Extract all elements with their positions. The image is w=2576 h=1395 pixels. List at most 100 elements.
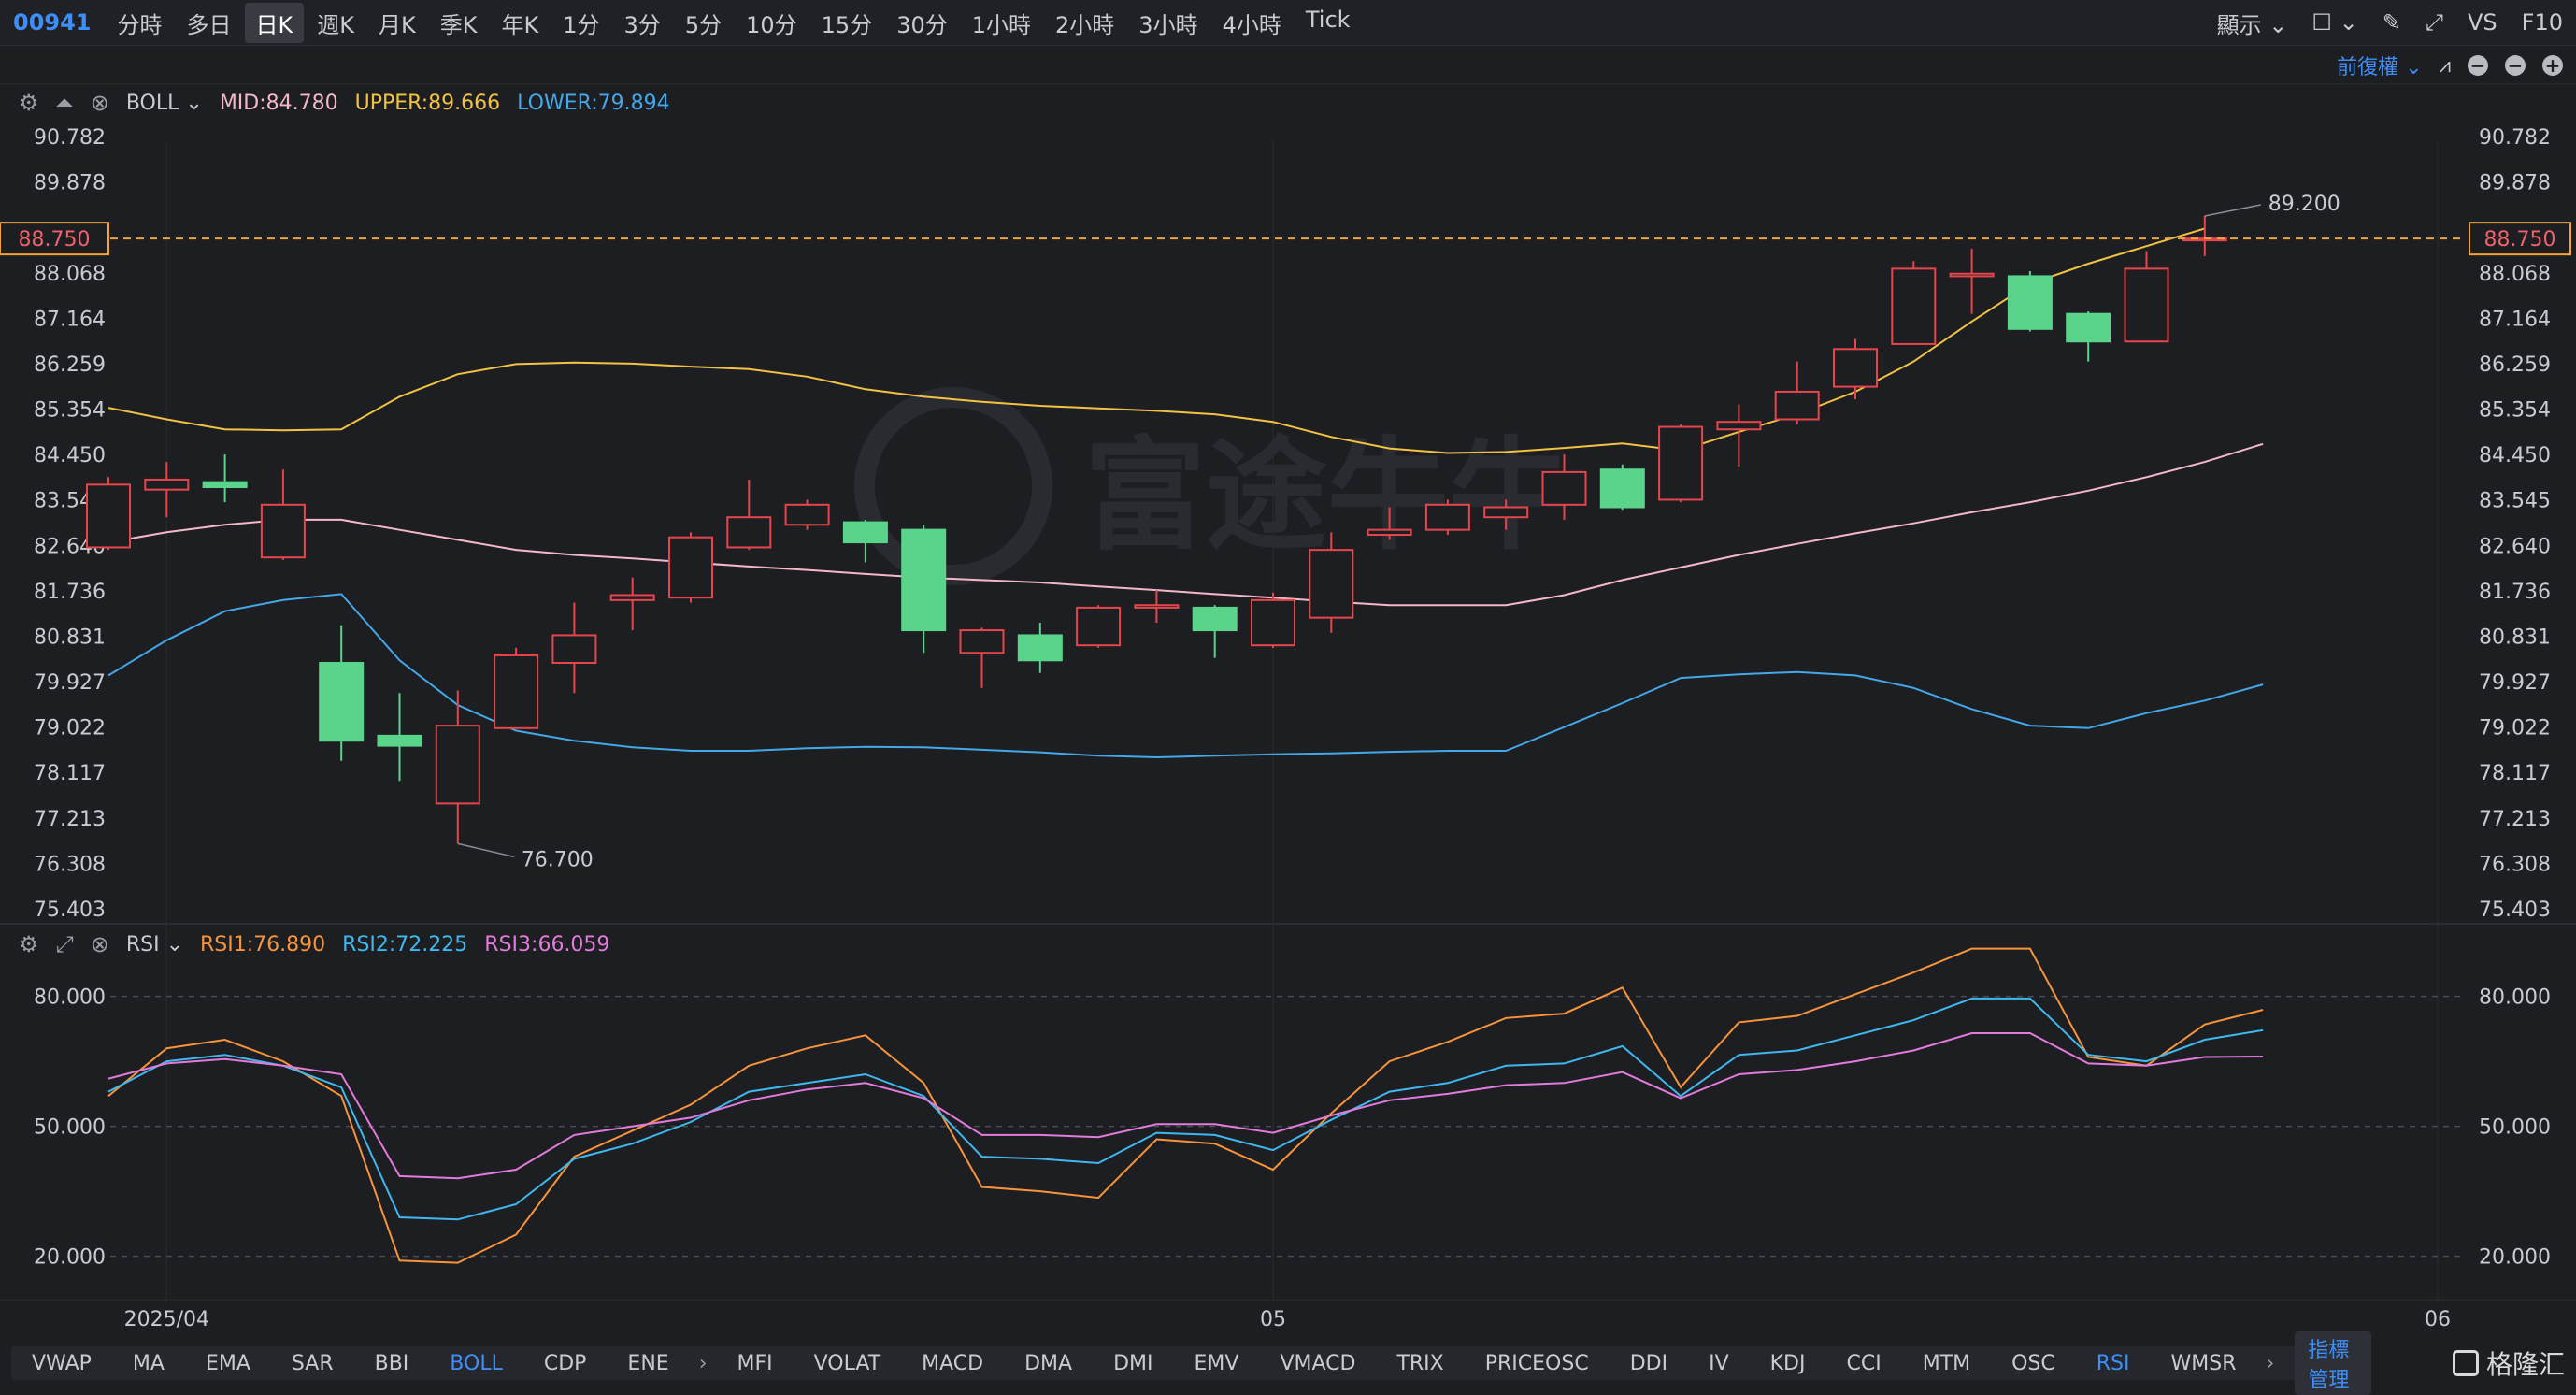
indicator-kdj[interactable]: KDJ — [1750, 1352, 1826, 1375]
indicator-wmsr[interactable]: WMSR — [2151, 1352, 2257, 1375]
candle-body — [1774, 390, 1820, 421]
indicator-cdp[interactable]: CDP — [523, 1352, 608, 1375]
y-tick-label-right: 79.927 — [2479, 671, 2551, 695]
boll-indicator-select[interactable]: BOLL ⌄ — [126, 92, 203, 115]
close-icon[interactable]: ⊗ — [91, 931, 109, 957]
indicator-macd[interactable]: MACD — [901, 1352, 1004, 1375]
candle-body — [842, 521, 888, 544]
rsi-y-tick-left: 80.000 — [34, 986, 106, 1010]
max-marker-line — [2204, 204, 2261, 217]
y-tick-label-left: 81.736 — [34, 581, 106, 604]
y-tick-label-left: 85.354 — [34, 399, 106, 423]
expand-icon[interactable]: ⤢ — [56, 931, 74, 957]
y-tick-label-left: 76.308 — [34, 853, 106, 876]
indicator-manage-button[interactable]: 指標管理 — [2295, 1331, 2371, 1395]
y-tick-label-right: 90.782 — [2479, 126, 2551, 150]
indicator-mfi[interactable]: MFI — [717, 1352, 794, 1375]
indicator-mtm[interactable]: MTM — [1902, 1352, 1991, 1375]
candle-body — [202, 481, 248, 489]
rsi-y-tick-right: 50.000 — [2479, 1116, 2551, 1140]
candle-body — [2124, 267, 2169, 343]
rsi-legend: ⚙ ⤢ ⊗ RSI ⌄ RSI1:76.890 RSI2:72.225 RSI3… — [19, 928, 609, 961]
rsi-indicator-select[interactable]: RSI ⌄ — [126, 933, 183, 956]
scroll-right-icon[interactable]: › — [690, 1352, 717, 1375]
rsi-y-tick-right: 80.000 — [2479, 986, 2551, 1010]
watermark-text: 富途牛牛 — [1084, 424, 1570, 567]
y-tick-label-left: 75.403 — [34, 899, 106, 922]
last-price-label-right: 88.750 — [2484, 228, 2556, 252]
rsi2-line — [107, 997, 2264, 1221]
y-tick-label-right: 78.117 — [2479, 762, 2551, 785]
gear-icon[interactable]: ⚙ — [19, 931, 39, 957]
candle-body — [1541, 470, 1587, 506]
rsi3-line — [107, 1032, 2264, 1180]
indicator-boll[interactable]: BOLL — [429, 1352, 523, 1375]
chart-canvas[interactable]: 富途牛牛 90.782 90.782 89.878 89.878 88.068 88.068… — [0, 0, 2576, 1389]
candle-body — [784, 503, 830, 526]
indicator-priceosc[interactable]: PRICEOSC — [1465, 1352, 1610, 1375]
indicator-ddi[interactable]: DDI — [1610, 1352, 1688, 1375]
indicator-cci[interactable]: CCI — [1825, 1352, 1901, 1375]
candle-body — [435, 725, 480, 805]
candle-body — [1599, 468, 1645, 509]
candle-body — [144, 478, 190, 491]
candle-body — [260, 503, 306, 559]
boll-upper-line — [107, 227, 2206, 454]
candle-body — [668, 536, 713, 599]
min-marker-line — [457, 842, 514, 858]
scroll-right-icon[interactable]: › — [2257, 1352, 2284, 1375]
y-tick-label-right: 87.164 — [2479, 308, 2551, 331]
rsi-name: RSI — [125, 932, 160, 956]
candle-body — [959, 629, 1005, 654]
max-marker-label: 89.200 — [2268, 193, 2340, 216]
x-tick-label: 06 — [2425, 1308, 2451, 1331]
indicator-trix[interactable]: TRIX — [1376, 1352, 1464, 1375]
y-tick-label-right: 77.213 — [2479, 808, 2551, 831]
y-tick-label-right: 76.308 — [2479, 853, 2551, 876]
indicator-ene[interactable]: ENE — [607, 1352, 689, 1375]
indicator-osc[interactable]: OSC — [1991, 1352, 2076, 1375]
y-tick-label-right: 79.022 — [2479, 717, 2551, 741]
boll-lower-line — [107, 593, 2264, 759]
y-tick-label-left: 79.927 — [34, 671, 106, 695]
close-icon[interactable]: ⊗ — [91, 90, 109, 116]
indicator-rsi[interactable]: RSI — [2076, 1352, 2151, 1375]
collapse-icon[interactable]: ⏶ — [56, 90, 74, 116]
boll-legend: ⚙ ⏶ ⊗ BOLL ⌄ MID:84.780 UPPER:89.666 LOW… — [19, 86, 670, 120]
rsi-y-tick-left: 50.000 — [34, 1116, 106, 1140]
candle-body — [377, 734, 422, 747]
brand-logo-icon — [2452, 1350, 2479, 1376]
candle-body — [2007, 275, 2053, 330]
indicator-bbi[interactable]: BBI — [354, 1352, 430, 1375]
y-tick-label-left: 79.022 — [34, 717, 106, 741]
candle-body — [1251, 598, 1295, 647]
y-tick-label-right: 82.640 — [2479, 535, 2551, 558]
y-tick-label-right: 75.403 — [2479, 899, 2551, 922]
indicator-volat[interactable]: VOLAT — [794, 1352, 902, 1375]
candle-body — [1134, 604, 1180, 609]
indicator-iv[interactable]: IV — [1688, 1352, 1750, 1375]
candle-body — [1949, 272, 1995, 278]
y-tick-label-left: 80.831 — [34, 626, 106, 649]
candle-body — [1076, 606, 1122, 647]
candle-body — [1017, 634, 1063, 662]
indicator-ema[interactable]: EMA — [185, 1352, 271, 1375]
indicator-ma[interactable]: MA — [112, 1352, 185, 1375]
candle-body — [1891, 267, 1937, 345]
y-tick-label-right: 88.068 — [2479, 263, 2551, 286]
x-tick-label: 2025/04 — [124, 1308, 209, 1331]
indicator-vwap[interactable]: VWAP — [11, 1352, 112, 1375]
indicator-dmi[interactable]: DMI — [1093, 1352, 1173, 1375]
indicator-sar[interactable]: SAR — [271, 1352, 354, 1375]
rsi-y-tick-right: 20.000 — [2479, 1246, 2551, 1270]
rsi-y-tick-left: 20.000 — [34, 1246, 106, 1270]
indicator-vmacd[interactable]: VMACD — [1259, 1352, 1376, 1375]
watermark-logo-icon — [854, 387, 1052, 585]
brand-watermark: 格隆汇 — [2452, 1346, 2565, 1380]
y-tick-label-left: 78.117 — [34, 762, 106, 785]
y-tick-label-right: 86.259 — [2479, 353, 2551, 377]
indicator-emv[interactable]: EMV — [1174, 1352, 1260, 1375]
candle-body — [1833, 348, 1878, 388]
gear-icon[interactable]: ⚙ — [19, 90, 39, 116]
indicator-dma[interactable]: DMA — [1004, 1352, 1093, 1375]
